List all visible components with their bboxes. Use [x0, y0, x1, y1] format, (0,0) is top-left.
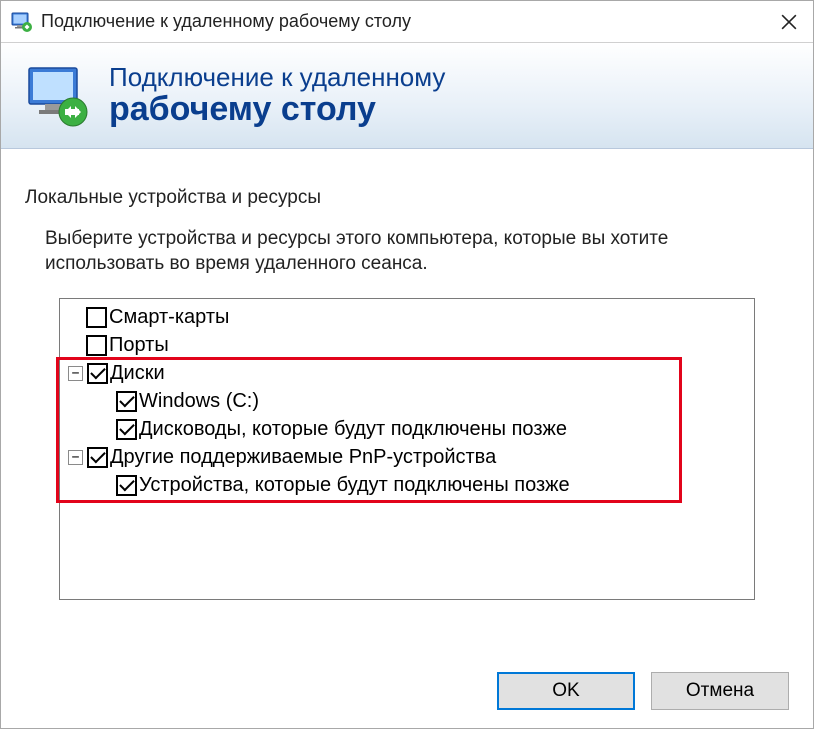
tree-item-pnp-later[interactable]: Устройства, которые будут подключены поз… [60, 471, 754, 499]
tree-item-drives[interactable]: − Диски [60, 359, 754, 387]
label-pnp: Другие поддерживаемые PnP-устройства [110, 446, 496, 469]
label-pnp-later: Устройства, которые будут подключены поз… [139, 474, 570, 497]
tree-item-smartcards[interactable]: Смарт-карты [60, 303, 754, 331]
close-button[interactable] [765, 1, 813, 43]
checkbox-drives-later[interactable] [116, 419, 137, 440]
device-tree[interactable]: Смарт-карты Порты − Диски Windows (C:) Д… [59, 298, 755, 600]
checkbox-smartcards[interactable] [86, 307, 107, 328]
tree-item-ports[interactable]: Порты [60, 331, 754, 359]
checkbox-windows-c[interactable] [116, 391, 137, 412]
rdp-banner-icon [25, 62, 93, 130]
close-icon [781, 14, 797, 30]
checkbox-pnp-later[interactable] [116, 475, 137, 496]
label-drives-later: Дисководы, которые будут подключены позж… [139, 418, 567, 441]
collapse-toggle-pnp[interactable]: − [68, 450, 83, 465]
ok-button[interactable]: OK [497, 672, 635, 710]
banner-line-2: рабочему столу [109, 91, 445, 128]
window-title: Подключение к удаленному рабочему столу [41, 11, 765, 32]
label-drives: Диски [110, 362, 165, 385]
banner-line-1: Подключение к удаленному [109, 63, 445, 92]
rdp-titlebar-icon [11, 11, 33, 33]
tree-item-pnp[interactable]: − Другие поддерживаемые PnP-устройства [60, 443, 754, 471]
checkbox-pnp[interactable] [87, 447, 108, 468]
tree-item-drives-later[interactable]: Дисководы, которые будут подключены позж… [60, 415, 754, 443]
label-ports: Порты [109, 334, 169, 357]
cancel-button[interactable]: Отмена [651, 672, 789, 710]
tree-item-windows-c[interactable]: Windows (C:) [60, 387, 754, 415]
collapse-toggle-drives[interactable]: − [68, 366, 83, 381]
dialog-window: Подключение к удаленному рабочему столу … [0, 0, 814, 729]
checkbox-ports[interactable] [86, 335, 107, 356]
banner-title: Подключение к удаленному рабочему столу [109, 63, 445, 129]
content-area: Локальные устройства и ресурсы Выберите … [1, 149, 813, 654]
checkbox-drives[interactable] [87, 363, 108, 384]
banner: Подключение к удаленному рабочему столу [1, 43, 813, 149]
section-title: Локальные устройства и ресурсы [25, 187, 789, 209]
titlebar: Подключение к удаленному рабочему столу [1, 1, 813, 43]
label-smartcards: Смарт-карты [109, 306, 229, 329]
footer: OK Отмена [1, 654, 813, 728]
instructions-text: Выберите устройства и ресурсы этого комп… [45, 227, 769, 276]
label-windows-c: Windows (C:) [139, 390, 259, 413]
